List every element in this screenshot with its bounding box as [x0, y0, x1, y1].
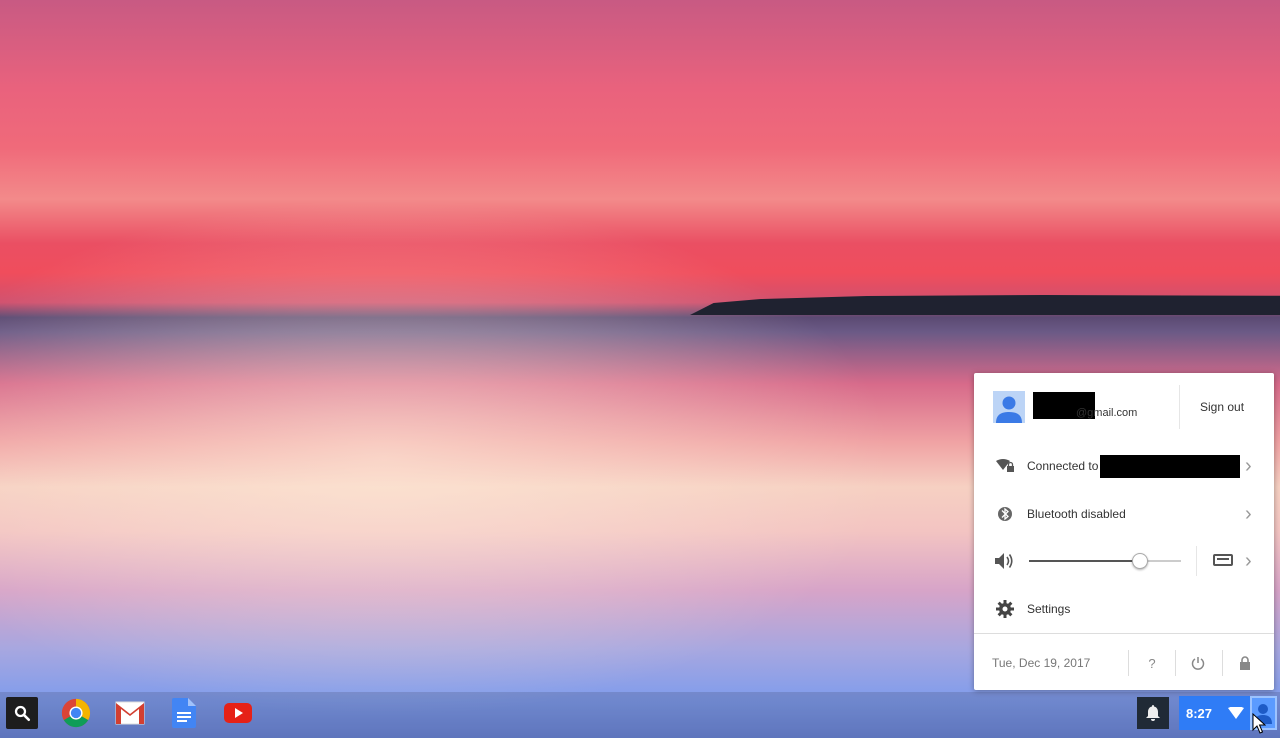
- volume-slider-fill: [1029, 560, 1140, 562]
- lock-icon: [1240, 656, 1250, 670]
- shelf-app-docs[interactable]: [168, 697, 200, 729]
- divider: [1175, 650, 1176, 676]
- docs-icon: [172, 698, 196, 728]
- network-label: Connected to: [1027, 459, 1099, 473]
- redacted-network-name: [1100, 455, 1240, 478]
- network-row[interactable]: Connected to ›: [974, 453, 1274, 479]
- audio-output-icon[interactable]: [1213, 553, 1233, 570]
- bluetooth-icon: [994, 505, 1016, 523]
- power-button[interactable]: [1188, 653, 1208, 673]
- divider: [1222, 650, 1223, 676]
- wifi-status: [1223, 707, 1250, 719]
- chevron-right-icon[interactable]: ›: [1245, 550, 1252, 573]
- gear-icon: [994, 600, 1016, 618]
- user-email: @gmail.com: [1076, 407, 1138, 419]
- youtube-icon: [224, 703, 252, 723]
- date-label[interactable]: Tue, Dec 19, 2017: [992, 656, 1090, 670]
- volume-row: ›: [974, 546, 1274, 576]
- tray-footer: Tue, Dec 19, 2017 ?: [974, 633, 1274, 691]
- clock: 8:27: [1186, 705, 1213, 721]
- bluetooth-label: Bluetooth disabled: [1027, 507, 1126, 521]
- shelf-app-chrome[interactable]: [60, 697, 92, 729]
- search-icon: [14, 705, 31, 722]
- shelf-app-youtube[interactable]: [222, 697, 254, 729]
- bluetooth-row[interactable]: Bluetooth disabled ›: [974, 501, 1274, 527]
- lock-button[interactable]: [1235, 653, 1255, 673]
- person-icon: [996, 396, 1022, 423]
- chrome-icon: [61, 698, 91, 728]
- settings-row[interactable]: Settings: [974, 596, 1274, 622]
- divider: [1179, 385, 1180, 429]
- launcher-button[interactable]: [6, 697, 38, 729]
- mouse-cursor-icon: [1252, 713, 1266, 734]
- bell-icon: [1146, 705, 1160, 721]
- notifications-button[interactable]: [1137, 697, 1169, 729]
- settings-label: Settings: [1027, 602, 1071, 616]
- volume-slider-thumb[interactable]: [1131, 553, 1148, 569]
- wifi-icon: [1228, 707, 1245, 719]
- sign-out-button[interactable]: Sign out: [1200, 400, 1244, 414]
- power-icon: [1191, 657, 1205, 670]
- chevron-right-icon: ›: [1245, 454, 1252, 477]
- volume-slider[interactable]: [1029, 553, 1181, 569]
- gmail-icon: [115, 701, 145, 725]
- shelf-app-gmail[interactable]: [114, 697, 146, 729]
- wifi-secure-icon: [994, 459, 1016, 473]
- user-card: @gmail.com Sign out: [974, 385, 1274, 431]
- divider: [1196, 546, 1197, 576]
- divider: [1128, 650, 1129, 676]
- chevron-right-icon: ›: [1245, 502, 1252, 525]
- help-button[interactable]: ?: [1142, 653, 1162, 673]
- system-tray-panel: @gmail.com Sign out Connected to › Bluet…: [974, 373, 1274, 690]
- user-avatar: [993, 391, 1025, 423]
- volume-icon[interactable]: [994, 552, 1016, 570]
